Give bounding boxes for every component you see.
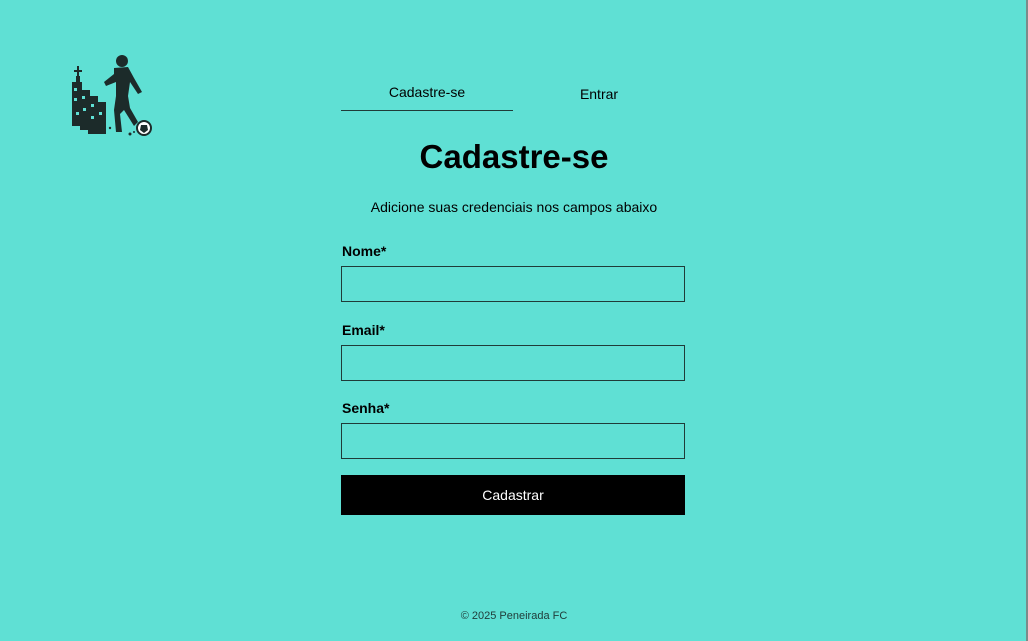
name-field[interactable] (341, 266, 685, 302)
soccer-player-logo-icon (64, 52, 156, 140)
tab-login[interactable]: Entrar (513, 80, 685, 112)
tab-signup[interactable]: Cadastre-se (341, 78, 513, 111)
footer-copyright: © 2025 Peneirada FC (460, 610, 568, 622)
password-field[interactable] (341, 423, 685, 459)
signup-submit-button[interactable]: Cadastrar (341, 475, 685, 515)
email-field[interactable] (341, 345, 685, 381)
auth-tabs: Cadastre-se Entrar (341, 78, 685, 112)
email-label: Email* (342, 322, 385, 338)
form-subtitle: Adicione suas credenciais nos campos aba… (370, 199, 658, 215)
page-title: Cadastre-se (419, 138, 609, 175)
name-label: Nome* (342, 243, 387, 259)
password-label: Senha* (342, 400, 390, 416)
page: Cadastre-se Entrar Cadastre-se Adicione … (0, 0, 1028, 641)
